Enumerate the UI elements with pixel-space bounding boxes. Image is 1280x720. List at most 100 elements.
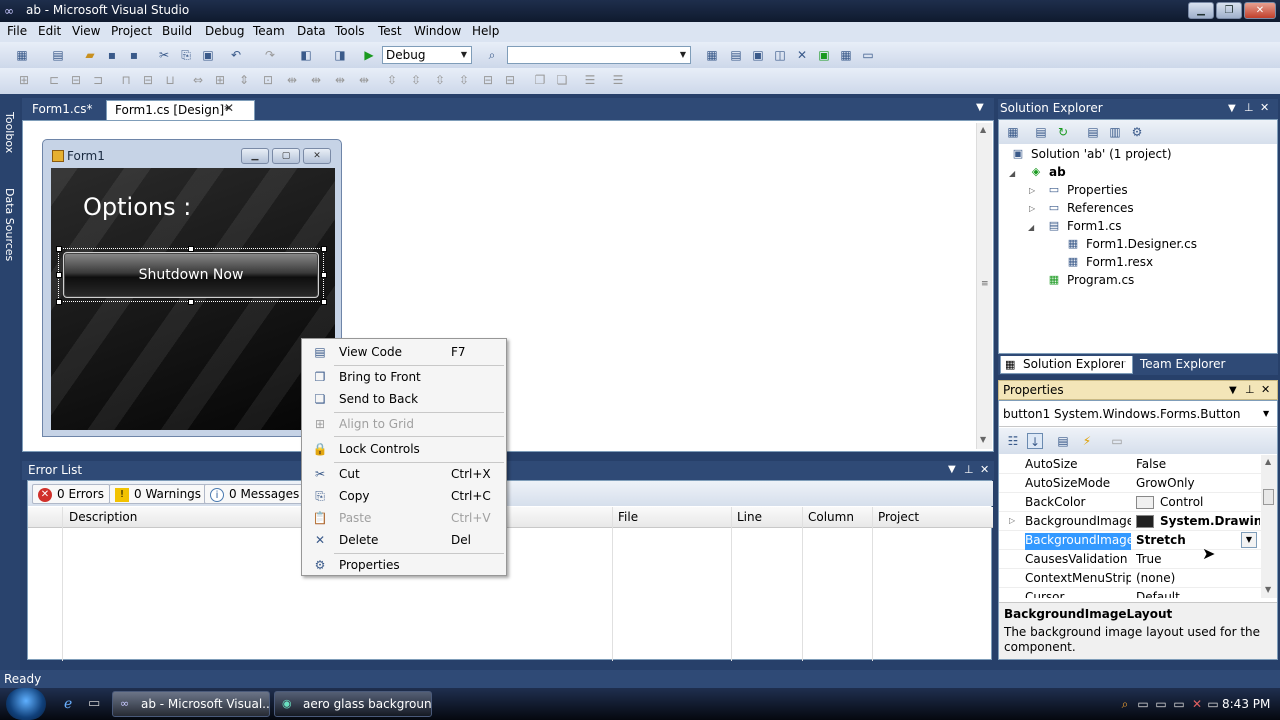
properties-window-icon[interactable]: ▤ (728, 47, 744, 63)
menu-cut[interactable]: ✂ Cut Ctrl+X (304, 464, 504, 485)
property-value[interactable]: (none) (1136, 571, 1260, 585)
pin-icon[interactable]: ⊥ (1244, 101, 1254, 114)
resize-handle[interactable] (188, 299, 194, 305)
menu-build[interactable]: Build (162, 24, 192, 38)
tray-icon[interactable]: ▭ (1172, 697, 1186, 711)
resize-handle[interactable] (56, 299, 62, 305)
scroll-thumb-icon[interactable]: ≡ (981, 279, 989, 289)
close-tab-icon[interactable]: ✕ (224, 101, 234, 115)
navigate-back-icon[interactable]: ◧ (298, 47, 314, 63)
make-same-width-icon[interactable]: ⇔ (190, 72, 206, 88)
menu-delete[interactable]: ✕ Delete Del (304, 530, 504, 551)
column-column[interactable]: Column (808, 510, 854, 524)
increase-spacing-icon[interactable]: ⇹ (308, 72, 324, 88)
chevron-down-icon[interactable]: ▼ (1228, 103, 1236, 114)
find-in-files-icon[interactable]: ⌕ (484, 47, 500, 63)
align-centers-icon[interactable]: ⊟ (68, 72, 84, 88)
remove-vspacing-icon[interactable]: ⇳ (456, 72, 472, 88)
column-file[interactable]: File (618, 510, 638, 524)
menu-copy[interactable]: ⎘ Copy Ctrl+C (304, 486, 504, 507)
property-row-backgroundimage[interactable]: ▷ BackgroundImage System.Drawing. (999, 512, 1261, 531)
start-debugging-icon[interactable]: ▶ (361, 47, 377, 63)
pin-icon[interactable]: ⊥ (1245, 383, 1255, 396)
categorized-icon[interactable]: ☷ (1005, 433, 1021, 449)
property-row-contextmenustrip[interactable]: ContextMenuStrip (none) (999, 569, 1261, 588)
scroll-down-icon[interactable]: ▼ (980, 435, 986, 444)
menu-edit[interactable]: Edit (38, 24, 61, 38)
tab-form1-code[interactable]: Form1.cs* (24, 100, 101, 120)
resize-handle[interactable] (56, 272, 62, 278)
resize-handle[interactable] (56, 246, 62, 252)
minimize-button[interactable]: ▁ (1188, 2, 1214, 19)
center-vertically-icon[interactable]: ⊟ (502, 72, 518, 88)
find-combo[interactable]: ▼ (507, 46, 691, 64)
property-value[interactable]: Default (1136, 590, 1260, 598)
decrease-spacing-icon[interactable]: ⇹ (332, 72, 348, 88)
property-value[interactable]: True (1136, 552, 1260, 566)
resize-handle[interactable] (321, 272, 327, 278)
show-desktop-icon[interactable]: ▭ (88, 696, 100, 711)
bring-front-icon[interactable]: ❐ (532, 72, 548, 88)
save-icon[interactable]: ▪ (104, 47, 120, 63)
menu-tools[interactable]: Tools (335, 24, 365, 38)
menu-properties[interactable]: ⚙ Properties (304, 555, 504, 576)
menu-bring-to-front[interactable]: ❐ Bring to Front (304, 367, 504, 388)
view-code-icon[interactable]: ▤ (1085, 124, 1101, 140)
increase-vspacing-icon[interactable]: ⇳ (408, 72, 424, 88)
lock-controls-icon[interactable]: ☰ (610, 72, 626, 88)
start-button[interactable] (6, 688, 46, 720)
resize-handle[interactable] (321, 246, 327, 252)
restore-button[interactable]: ❐ (1216, 2, 1242, 19)
chevron-down-icon[interactable]: ▼ (1241, 532, 1257, 548)
menu-help[interactable]: Help (472, 24, 499, 38)
form1-window[interactable]: Form1 ▁ ▢ ✕ Options : Shutdown Now (42, 139, 342, 437)
horizontal-spacing-icon[interactable]: ⇹ (284, 72, 300, 88)
scroll-down-icon[interactable]: ▼ (1265, 585, 1271, 594)
property-value[interactable]: Control (1160, 495, 1260, 509)
property-row-causesvalidation[interactable]: CausesValidation True (999, 550, 1261, 569)
expand-icon[interactable]: ▷ (1029, 186, 1035, 195)
scroll-up-icon[interactable]: ▲ (1265, 457, 1271, 466)
close-panel-icon[interactable]: ✕ (1261, 383, 1270, 396)
properties-view-icon[interactable]: ▤ (1055, 433, 1071, 449)
menu-paste[interactable]: 📋 Paste Ctrl+V (304, 508, 504, 529)
tab-solution-explorer[interactable]: ▦ Solution Explorer (1000, 356, 1133, 374)
property-row-autosize[interactable]: AutoSize False (999, 455, 1261, 474)
menu-view-code[interactable]: ▤ View Code F7 (304, 342, 504, 363)
form-client-area[interactable]: Options : Shutdown Now (51, 168, 335, 430)
tab-team-explorer[interactable]: ▦ Team Explorer (1118, 356, 1232, 374)
align-middles-icon[interactable]: ⊟ (140, 72, 156, 88)
make-same-height-icon[interactable]: ⇕ (236, 72, 252, 88)
tab-order-icon[interactable]: ☰ (582, 72, 598, 88)
collapse-icon[interactable]: ◢ (1009, 169, 1015, 178)
align-tops-icon[interactable]: ⊓ (118, 72, 134, 88)
paste-icon[interactable]: ▣ (200, 47, 216, 63)
chevron-down-icon[interactable]: ▼ (976, 102, 984, 113)
column-project[interactable]: Project (878, 510, 919, 524)
task-browser[interactable]: ◉ aero glass backgroun... (274, 691, 432, 717)
property-value[interactable]: System.Drawing. (1160, 514, 1260, 528)
power-icon[interactable]: ▭ (1206, 697, 1220, 711)
search-icon[interactable]: ⌕ (1118, 697, 1132, 712)
cut-icon[interactable]: ✂ (156, 47, 172, 63)
align-lefts-icon[interactable]: ⊏ (46, 72, 62, 88)
chevron-down-icon[interactable]: ▼ (1263, 409, 1269, 418)
command-window-icon[interactable]: ▭ (860, 47, 876, 63)
resize-handle[interactable] (321, 299, 327, 305)
close-panel-icon[interactable]: ✕ (1260, 101, 1269, 114)
column-description[interactable]: Description (69, 510, 137, 524)
expand-icon[interactable]: ▷ (1009, 516, 1015, 525)
menu-project[interactable]: Project (111, 24, 152, 38)
property-row-autosizemode[interactable]: AutoSizeMode GrowOnly (999, 474, 1261, 493)
solution-explorer-icon[interactable]: ▦ (704, 47, 720, 63)
property-pages-icon[interactable]: ▭ (1109, 433, 1125, 449)
property-row-cursor[interactable]: Cursor Default (999, 588, 1261, 598)
options-label[interactable]: Options : (83, 193, 191, 221)
properties-icon[interactable]: ▦ (1005, 124, 1021, 140)
copy-icon[interactable]: ⎘ (178, 47, 194, 63)
menu-test[interactable]: Test (378, 24, 402, 38)
make-same-size-icon[interactable]: ⊡ (260, 72, 276, 88)
pin-icon[interactable]: ⊥ (964, 463, 974, 476)
show-all-files-icon[interactable]: ▤ (1033, 124, 1049, 140)
menu-align-to-grid[interactable]: ⊞ Align to Grid (304, 414, 504, 435)
